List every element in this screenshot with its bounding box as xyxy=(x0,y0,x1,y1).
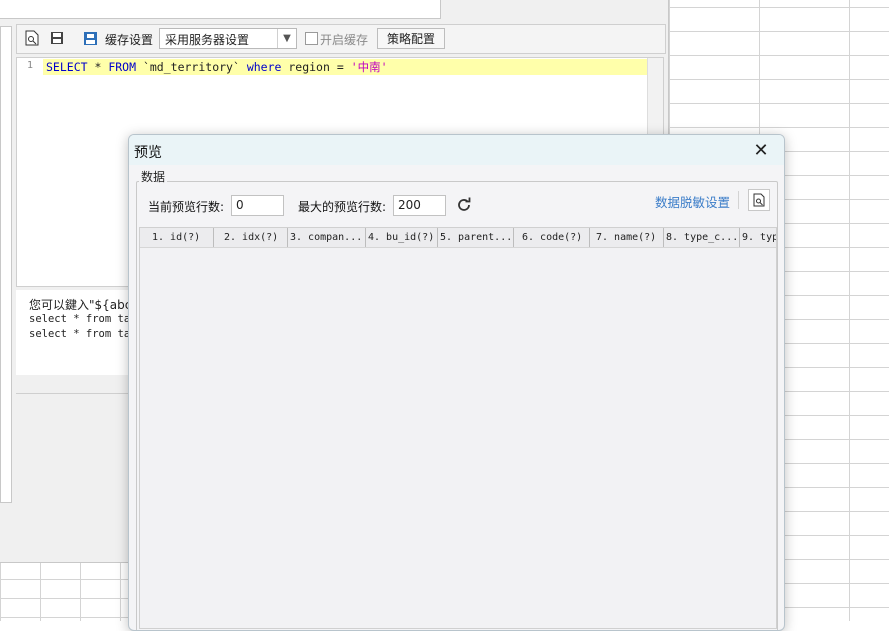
refresh-icon[interactable] xyxy=(455,196,473,214)
enable-cache-checkbox[interactable] xyxy=(305,32,318,45)
sql-string: '中南' xyxy=(350,60,388,74)
preview-dialog: 预览 ✕ 数据 当前预览行数: 0 最大的预览行数: 200 数据脱敏设置 1.… xyxy=(128,134,785,631)
export-preview-icon[interactable] xyxy=(748,189,770,211)
sql-keyword: FROM xyxy=(108,60,137,74)
cache-settings-icon xyxy=(81,29,99,47)
table-header: 1. id(?) 2. idx(?) 3. compan... 4. bu_id… xyxy=(140,228,776,248)
toolbar-divider xyxy=(738,191,739,209)
line-number: 1 xyxy=(27,60,34,71)
column-header[interactable]: 4. bu_id(?) xyxy=(366,228,438,247)
column-header[interactable]: 8. type_c... xyxy=(664,228,740,247)
cache-settings-label: 缓存设置 xyxy=(105,33,154,47)
desensitize-settings-link[interactable]: 数据脱敏设置 xyxy=(655,192,730,211)
column-header[interactable]: 2. idx(?) xyxy=(214,228,288,247)
column-header[interactable]: 7. name(?) xyxy=(590,228,664,247)
cache-mode-value: 采用服务器设置 xyxy=(165,33,250,47)
hint-line: 您可以鍵入"${abc} xyxy=(29,298,139,312)
column-header[interactable]: 1. id(?) xyxy=(140,228,214,247)
sql-keyword: SELECT xyxy=(46,60,88,74)
enable-cache-label: 开启缓存 xyxy=(320,33,369,47)
current-rows-input[interactable]: 0 xyxy=(231,195,284,216)
close-icon[interactable]: ✕ xyxy=(750,139,772,161)
sql-text: region = xyxy=(281,60,351,74)
current-rows-label: 当前预览行数: xyxy=(148,200,225,214)
column-header[interactable]: 9. typ xyxy=(740,228,776,247)
column-header[interactable]: 5. parent... xyxy=(438,228,514,247)
save-icon[interactable] xyxy=(48,29,66,47)
chevron-down-icon[interactable]: ▼ xyxy=(277,29,296,48)
current-rows-value: 0 xyxy=(236,198,244,212)
max-rows-value: 200 xyxy=(398,198,421,212)
preview-table: 1. id(?) 2. idx(?) 3. compan... 4. bu_id… xyxy=(139,227,777,629)
dataset-name-input[interactable] xyxy=(0,0,441,19)
hint-line: select * from tab xyxy=(29,328,137,340)
sql-code-line: SELECT * FROM `md_territory` where regio… xyxy=(46,59,388,75)
sql-text: * xyxy=(87,60,109,74)
hint-line: select * from tab xyxy=(29,313,137,325)
dialog-title: 预览 xyxy=(134,145,162,161)
cache-mode-select[interactable]: 采用服务器设置 ▼ xyxy=(159,28,297,49)
max-rows-label: 最大的预览行数: xyxy=(298,200,387,214)
sql-keyword: where xyxy=(246,60,282,74)
sql-text: `md_territory` xyxy=(136,60,247,74)
dialog-title-bar: 预览 ✕ xyxy=(129,135,784,165)
column-header[interactable]: 3. compan... xyxy=(288,228,366,247)
column-header[interactable]: 6. code(?) xyxy=(514,228,590,247)
left-panel-strip xyxy=(0,26,12,503)
preview-icon[interactable] xyxy=(23,29,41,47)
strategy-config-button[interactable]: 策略配置 xyxy=(377,28,445,49)
max-rows-input[interactable]: 200 xyxy=(393,195,446,216)
data-group-label: 数据 xyxy=(139,168,168,185)
editor-toolbar: 缓存设置 采用服务器设置 ▼ 开启缓存 策略配置 xyxy=(16,24,666,54)
